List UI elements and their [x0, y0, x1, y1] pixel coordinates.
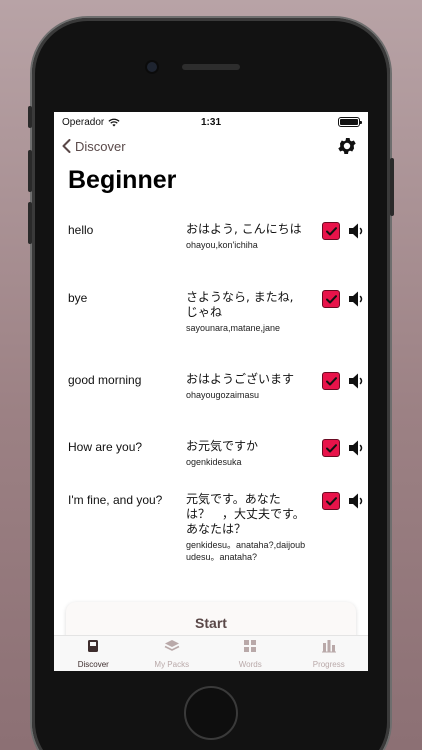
include-checkbox[interactable] [322, 290, 340, 308]
navigation-bar: Discover [54, 132, 368, 160]
include-checkbox[interactable] [322, 372, 340, 390]
romaji-text: ohayou,kon'ichiha [186, 240, 258, 250]
tab-words[interactable]: Words [211, 636, 290, 671]
row-controls [322, 222, 364, 251]
chevron-left-icon [62, 139, 71, 153]
home-button[interactable] [184, 686, 238, 740]
japanese-text: お元気ですか [186, 439, 259, 453]
include-checkbox[interactable] [322, 222, 340, 240]
tab-my-packs[interactable]: My Packs [133, 636, 212, 671]
phone-frame: Operador 1:31 Discover Beginner hello おは… [28, 18, 394, 750]
row-controls [322, 492, 364, 563]
speaker-icon[interactable] [348, 290, 364, 308]
checkmark-icon [325, 226, 337, 235]
power-button [390, 158, 394, 216]
romaji-text: genkidesu。anataha?,daijoubudesu。anataha? [186, 540, 306, 562]
english-phrase: How are you? [68, 440, 143, 454]
settings-gear-icon[interactable] [336, 135, 358, 157]
checkmark-icon [325, 376, 337, 385]
english-phrase: hello [68, 223, 94, 237]
back-button[interactable]: Discover [62, 139, 126, 154]
japanese-translation: 元気です。あなたは？ ，大丈夫です。あなたは？ genkidesu。anataha… [186, 492, 306, 563]
tab-label: Progress [312, 659, 345, 669]
include-checkbox[interactable] [322, 492, 340, 510]
tab-label: Discover [77, 659, 109, 669]
speaker-icon[interactable] [348, 492, 364, 510]
layers-icon [164, 639, 180, 658]
phrase-row: good morning おはようございます ohayougozaimasu [54, 372, 368, 401]
volume-up-button [28, 150, 32, 192]
mute-switch [28, 106, 32, 128]
battery-icon [338, 117, 362, 127]
speaker-icon[interactable] [348, 222, 364, 240]
app-screen: Operador 1:31 Discover Beginner hello おは… [54, 112, 368, 671]
romaji-text: ogenkidesuka [186, 457, 242, 467]
phrase-row: bye さようなら, またね, じゃね sayounara,matane,jane [54, 290, 368, 334]
carrier-label: Operador [62, 116, 105, 128]
row-controls [322, 290, 364, 334]
romaji-text: sayounara,matane,jane [186, 323, 281, 333]
front-camera [147, 62, 157, 72]
page-title: Beginner [68, 166, 177, 194]
earpiece-speaker [182, 64, 240, 70]
include-checkbox[interactable] [322, 439, 340, 457]
phrase-row: hello おはよう, こんにちは ohayou,kon'ichiha [54, 222, 368, 251]
speaker-icon[interactable] [348, 439, 364, 457]
checkmark-icon [325, 294, 337, 303]
tab-discover[interactable]: Discover [54, 636, 133, 671]
tab-label: My Packs [154, 659, 190, 669]
japanese-text: 元気です。あなたは？ ，大丈夫です。あなたは？ [186, 492, 305, 536]
tab-label: Words [238, 659, 262, 669]
english-phrase: good morning [68, 373, 142, 387]
japanese-translation: お元気ですか ogenkidesuka [186, 439, 306, 468]
grid-icon [243, 639, 257, 658]
tab-progress[interactable]: Progress [290, 636, 369, 671]
english-phrase: I'm fine, and you? [68, 493, 163, 507]
bar-chart-icon [321, 639, 337, 658]
book-icon [86, 639, 100, 658]
phrase-list: hello おはよう, こんにちは ohayou,kon'ichiha bye さような… [54, 222, 368, 594]
japanese-text: さようなら, またね, じゃね [186, 290, 294, 319]
japanese-text: おはようございます [186, 372, 295, 386]
wifi-icon [108, 118, 120, 126]
phrase-row: I'm fine, and you? 元気です。あなたは？ ，大丈夫です。あなたは… [54, 492, 368, 563]
back-label: Discover [75, 138, 126, 154]
tab-bar: Discover My Packs Words Progress [54, 635, 368, 671]
english-phrase: bye [68, 291, 88, 305]
japanese-text: おはよう, こんにちは [186, 222, 302, 236]
japanese-translation: さようなら, またね, じゃね sayounara,matane,jane [186, 290, 306, 334]
row-controls [322, 439, 364, 468]
romaji-text: ohayougozaimasu [186, 390, 260, 400]
speaker-icon[interactable] [348, 372, 364, 390]
checkmark-icon [325, 443, 337, 452]
japanese-translation: おはよう, こんにちは ohayou,kon'ichiha [186, 222, 306, 251]
volume-down-button [28, 202, 32, 244]
phrase-row: How are you? お元気ですか ogenkidesuka [54, 439, 368, 468]
status-bar: Operador 1:31 [54, 112, 368, 132]
checkmark-icon [325, 496, 337, 505]
row-controls [322, 372, 364, 401]
japanese-translation: おはようございます ohayougozaimasu [186, 372, 306, 401]
